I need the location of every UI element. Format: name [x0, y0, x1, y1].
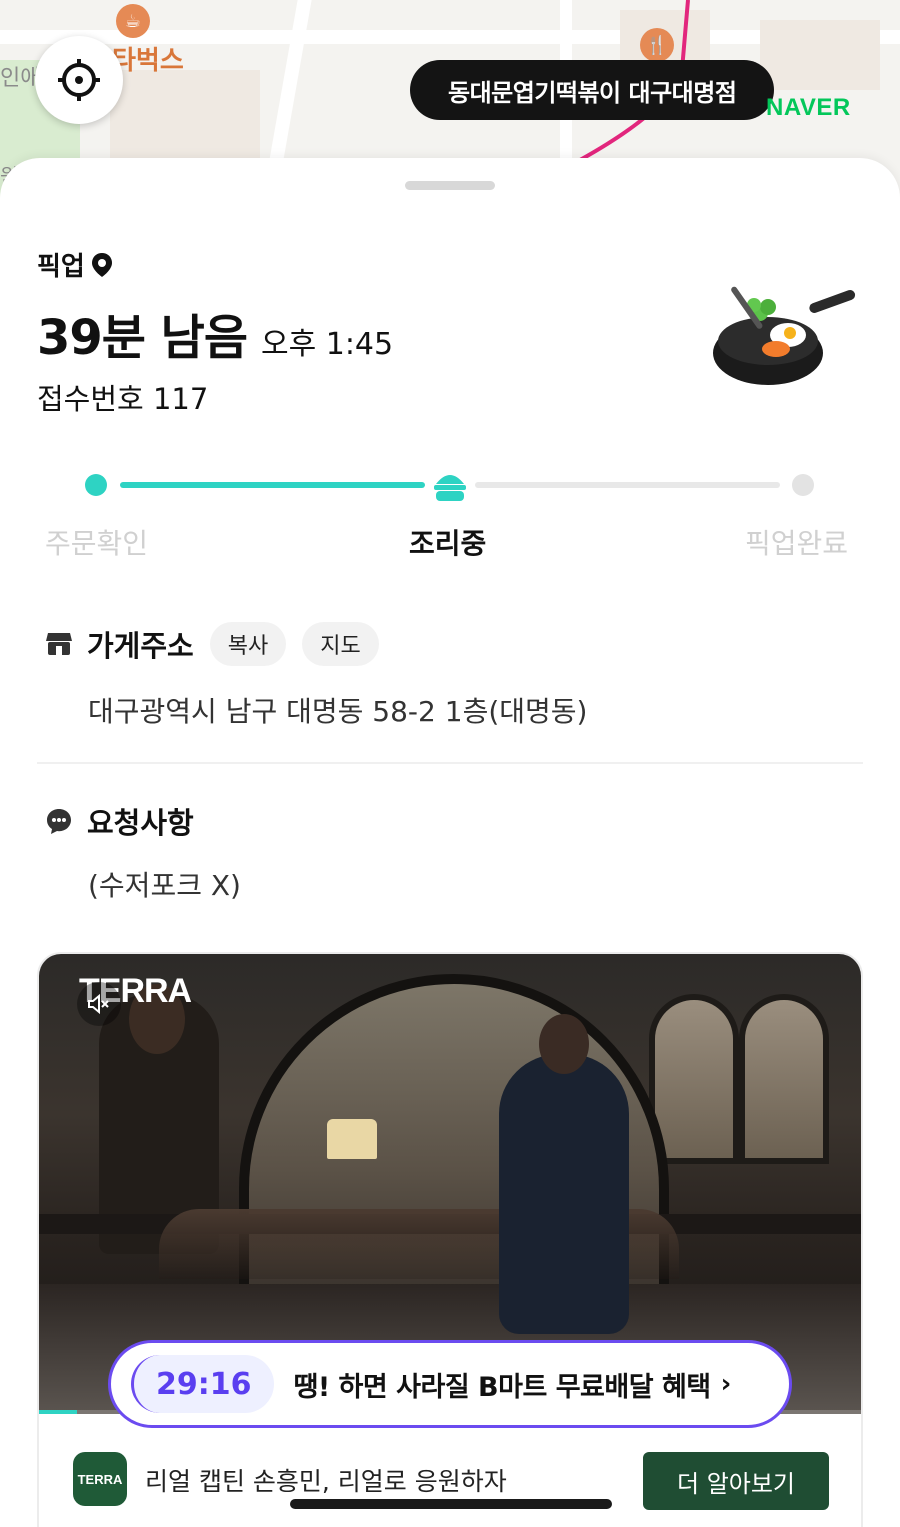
chat-bubble-icon — [47, 809, 71, 834]
promo-text: 땡! 하면 사라질 B마트 무료배달 혜택 — [293, 1371, 712, 1403]
ad-card[interactable]: TERRA TERRA 리얼 캡틴 손흥민, 리얼로 응원하자 더 알아보기 — [37, 952, 863, 1527]
store-address-title: 가게주소 — [87, 629, 194, 663]
terra-logo: TERRA — [73, 1452, 127, 1506]
ad-caption: 리얼 캡틴 손흥민, 리얼로 응원하자 — [145, 1467, 507, 1496]
restaurant-poi-icon[interactable]: 🍴 — [640, 28, 674, 62]
cooking-pan-icon — [713, 286, 856, 385]
bmart-promo-banner[interactable]: 29:16 땡! 하면 사라질 B마트 무료배달 혜택 › — [108, 1340, 792, 1428]
video-lamp — [327, 1119, 377, 1159]
progress-line-done — [120, 482, 425, 488]
step-dot-done — [85, 474, 107, 496]
step-label-confirmed: 주문확인 — [45, 527, 149, 560]
naver-map-logo: NAVER — [766, 94, 851, 121]
section-divider — [37, 762, 863, 764]
request-title: 요청사항 — [87, 806, 194, 840]
home-indicator[interactable] — [290, 1499, 612, 1509]
step-dot-pending — [792, 474, 814, 496]
location-pin-icon — [91, 252, 112, 277]
store-address-text: 대구광역시 남구 대명동 58-2 1층(대명동) — [88, 695, 588, 728]
map-label-starbucks: 타벅스 — [112, 46, 184, 76]
order-progress: 주문확인 조리중 픽업완료 — [0, 458, 900, 578]
cafe-poi-icon[interactable]: ☕ — [116, 4, 150, 38]
store-icon — [46, 633, 72, 655]
pickup-header: 픽업 — [37, 246, 113, 283]
order-status-sheet: 픽업 39분 남음 오후 1:45 접수번호 117 주문확인 조리중 픽업완료… — [0, 158, 900, 1527]
promo-countdown: 29:16 — [131, 1355, 274, 1413]
map-block — [760, 20, 880, 90]
request-header: 요청사항 — [45, 800, 194, 842]
eta-time: 오후 1:45 — [261, 327, 394, 362]
ad-footer: TERRA 리얼 캡틴 손흥민, 리얼로 응원하자 더 알아보기 — [39, 1414, 861, 1527]
progress-line-pending — [475, 482, 780, 488]
step-label-pickup-done: 픽업완료 — [745, 527, 849, 560]
store-address-header: 가게주소 복사 지도 — [45, 622, 379, 666]
chevron-right-icon: › — [720, 1369, 732, 1399]
remaining-time: 39분 남음 — [37, 310, 248, 366]
mute-button[interactable] — [77, 982, 121, 1026]
open-map-button[interactable]: 지도 — [302, 622, 379, 666]
sheet-drag-handle[interactable] — [405, 181, 495, 190]
cooking-pot-icon — [434, 475, 466, 501]
step-label-cooking: 조리중 — [409, 527, 487, 560]
video-window — [739, 994, 829, 1164]
store-name-pill[interactable]: 동대문엽기떡볶이 대구대명점 — [410, 60, 775, 120]
speaker-muted-icon — [88, 993, 109, 1015]
video-person — [499, 1014, 629, 1334]
map-block — [110, 70, 260, 160]
crosshair-icon — [58, 59, 100, 101]
learn-more-button[interactable]: 더 알아보기 — [643, 1452, 829, 1510]
order-number: 접수번호 117 — [37, 382, 209, 416]
remaining-time-row: 39분 남음 오후 1:45 — [37, 298, 393, 368]
current-location-button[interactable] — [35, 36, 123, 124]
request-text: (수저포크 X) — [88, 869, 241, 902]
pickup-label: 픽업 — [37, 252, 85, 282]
copy-address-button[interactable]: 복사 — [209, 622, 287, 666]
